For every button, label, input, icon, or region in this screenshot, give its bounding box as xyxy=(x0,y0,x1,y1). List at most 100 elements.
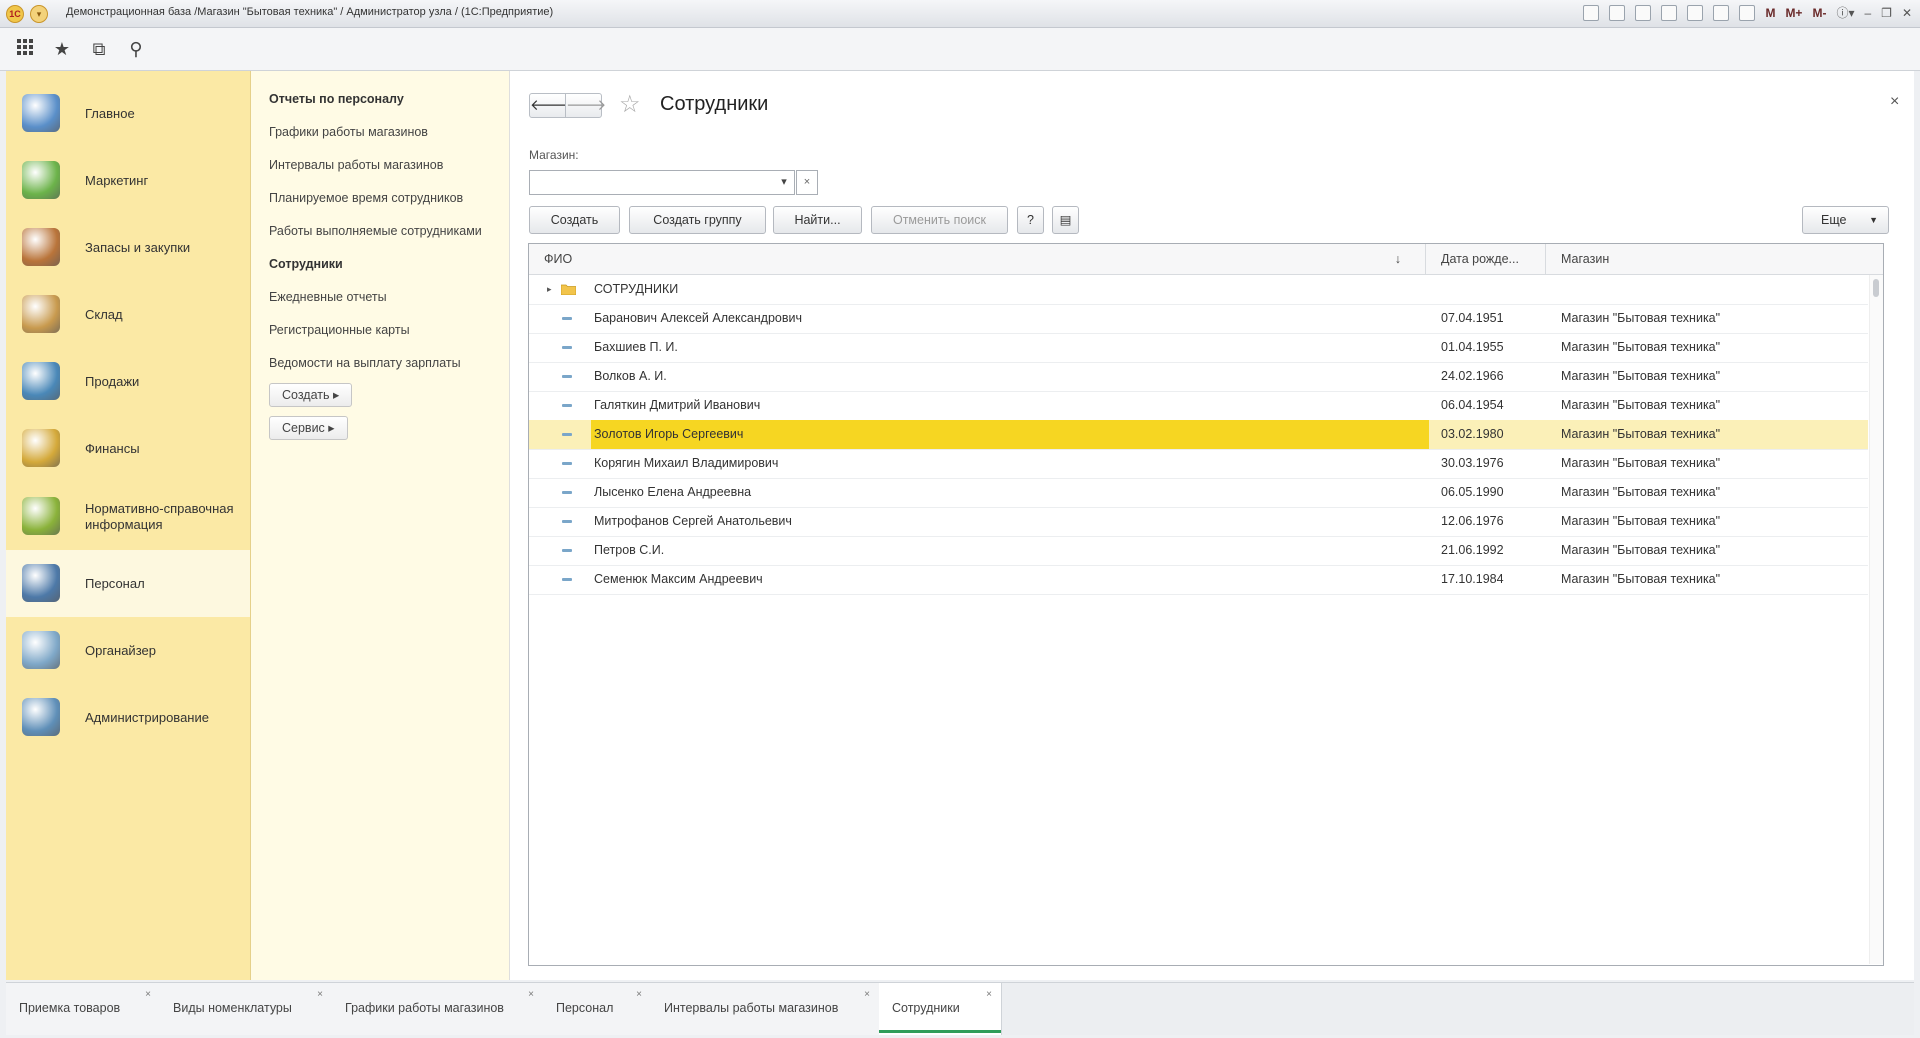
cell-birthdate[interactable]: 21.06.1992 xyxy=(1441,536,1504,565)
link-employee-works[interactable]: Работы выполняемые сотрудниками xyxy=(269,224,482,238)
info-icon[interactable]: ⓘ▾ xyxy=(1836,4,1854,21)
table-row[interactable]: Корягин Михаил Владимирович 30.03.1976 Маг… xyxy=(529,449,1868,479)
memory-m-button[interactable]: M xyxy=(1765,6,1775,20)
sidebar-item-3[interactable]: Склад xyxy=(6,281,250,348)
help-button[interactable]: ? xyxy=(1017,206,1044,234)
cell-birthdate[interactable]: 06.05.1990 xyxy=(1441,478,1504,507)
cell-fio[interactable]: Галяткин Дмитрий Иванович xyxy=(591,391,1429,420)
cell-birthdate[interactable]: 07.04.1951 xyxy=(1441,304,1504,333)
link-store-schedules[interactable]: Графики работы магазинов xyxy=(269,125,428,139)
column-header-birthdate[interactable]: Дата рожде... xyxy=(1426,244,1546,275)
preview-icon[interactable] xyxy=(1635,4,1652,21)
scrollbar-thumb[interactable] xyxy=(1873,279,1879,297)
cancel-search-button[interactable]: Отменить поиск xyxy=(871,206,1008,234)
calculator-icon[interactable] xyxy=(1713,4,1730,21)
window-tab-2[interactable]: Графики работы магазинов × xyxy=(332,983,544,1035)
link-store-intervals[interactable]: Интервалы работы магазинов xyxy=(269,158,443,172)
close-tab-icon[interactable]: × xyxy=(317,989,323,1000)
cell-fio[interactable]: Корягин Михаил Владимирович xyxy=(591,449,1429,478)
cell-store[interactable]: Магазин "Бытовая техника" xyxy=(1561,333,1720,362)
expand-arrow-icon[interactable]: ▸ xyxy=(547,275,552,304)
star-icon[interactable]: ★ xyxy=(51,38,73,60)
calendar-icon[interactable] xyxy=(1739,4,1756,21)
table-row[interactable]: Баранович Алексей Александрович 07.04.195… xyxy=(529,304,1868,334)
sidebar-item-0[interactable]: Главное xyxy=(6,80,250,147)
cell-store[interactable]: Магазин "Бытовая техника" xyxy=(1561,420,1720,449)
list-settings-icon[interactable]: ▤ xyxy=(1052,206,1079,234)
back-button[interactable]: 🡐 xyxy=(529,93,570,118)
apps-grid-icon[interactable] xyxy=(14,38,36,60)
cell-fio[interactable]: Волков А. И. xyxy=(591,362,1429,391)
window-tab-4[interactable]: Интервалы работы магазинов × xyxy=(651,983,880,1035)
table-row[interactable]: Бахшиев П. И. 01.04.1955 Магазин "Бытовая … xyxy=(529,333,1868,363)
cell-birthdate[interactable]: 24.02.1966 xyxy=(1441,362,1504,391)
link-planned-time[interactable]: Планируемое время сотрудников xyxy=(269,191,463,205)
cell-fio[interactable]: Лысенко Елена Андреевна xyxy=(591,478,1429,507)
cell-birthdate[interactable]: 12.06.1976 xyxy=(1441,507,1504,536)
main-menu-dropdown-icon[interactable]: ▾ xyxy=(30,5,48,23)
favorite-star-icon[interactable]: ☆ xyxy=(619,90,641,119)
cell-birthdate[interactable]: 03.02.1980 xyxy=(1441,420,1504,449)
create-group-button[interactable]: Создать группу xyxy=(629,206,766,234)
cell-store[interactable]: Магазин "Бытовая техника" xyxy=(1561,565,1720,594)
cell-fio[interactable]: Бахшиев П. И. xyxy=(591,333,1429,362)
sidebar-item-8[interactable]: Органайзер xyxy=(6,617,250,684)
window-tab-0[interactable]: Приемка товаров × xyxy=(6,983,161,1035)
cell-fio[interactable]: Митрофанов Сергей Анатольевич xyxy=(591,507,1429,536)
window-tab-3[interactable]: Персонал × xyxy=(543,983,652,1035)
sidebar-item-6[interactable]: Нормативно-справочная информация xyxy=(6,483,250,550)
store-filter-input[interactable] xyxy=(529,170,775,195)
sidebar-item-7[interactable]: Персонал xyxy=(6,550,250,617)
history-icon[interactable] xyxy=(1687,4,1704,21)
cell-store[interactable]: Магазин "Бытовая техника" xyxy=(1561,362,1720,391)
cell-birthdate[interactable]: 17.10.1984 xyxy=(1441,565,1504,594)
close-tab-icon[interactable]: × xyxy=(528,989,534,1000)
minimize-icon[interactable]: – xyxy=(1864,6,1871,20)
table-row[interactable]: Семенюк Максим Андреевич 17.10.1984 Магази… xyxy=(529,565,1868,595)
find-button[interactable]: Найти... xyxy=(773,206,862,234)
cell-store[interactable]: Магазин "Бытовая техника" xyxy=(1561,449,1720,478)
table-row[interactable]: Золотов Игорь Сергеевич 03.02.1980 Магазин… xyxy=(529,420,1868,450)
store-filter-clear-icon[interactable]: × xyxy=(796,170,818,195)
cell-store[interactable]: Магазин "Бытовая техника" xyxy=(1561,304,1720,333)
restore-icon[interactable]: ❐ xyxy=(1881,6,1892,20)
store-filter-dropdown-icon[interactable]: ▾ xyxy=(774,170,795,195)
cell-birthdate[interactable]: 30.03.1976 xyxy=(1441,449,1504,478)
table-row[interactable]: Петров С.И. 21.06.1992 Магазин "Бытовая те… xyxy=(529,536,1868,566)
table-row[interactable]: Галяткин Дмитрий Иванович 06.04.1954 Магаз… xyxy=(529,391,1868,421)
column-header-store[interactable]: Магазин xyxy=(1546,244,1883,275)
window-tab-1[interactable]: Виды номенклатуры × xyxy=(160,983,333,1035)
table-row[interactable]: Лысенко Елена Андреевна 06.05.1990 Магазин… xyxy=(529,478,1868,508)
cell-birthdate[interactable]: 06.04.1954 xyxy=(1441,391,1504,420)
column-header-fio[interactable]: ФИО ↓ xyxy=(529,244,1426,275)
close-window-icon[interactable]: ✕ xyxy=(1902,6,1912,20)
table-row[interactable]: Митрофанов Сергей Анатольевич 12.06.1976 М… xyxy=(529,507,1868,537)
sidebar-item-4[interactable]: Продажи xyxy=(6,348,250,415)
link-employees[interactable]: Сотрудники xyxy=(269,257,343,271)
cell-store[interactable]: Магазин "Бытовая техника" xyxy=(1561,478,1720,507)
cell-fio[interactable]: Петров С.И. xyxy=(591,536,1429,565)
create-menu-button[interactable]: Создать ▸ xyxy=(269,383,353,407)
cell-fio[interactable]: Золотов Игорь Сергеевич xyxy=(591,420,1429,449)
history-icon[interactable]: ⧉ xyxy=(88,38,110,60)
group-row[interactable]: ▸ СОТРУДНИКИ xyxy=(529,275,1868,305)
save-icon[interactable] xyxy=(1583,4,1600,21)
create-button[interactable]: Создать xyxy=(529,206,620,234)
cell-store[interactable]: Магазин "Бытовая техника" xyxy=(1561,391,1720,420)
window-tab-5[interactable]: Сотрудники × xyxy=(879,983,1002,1035)
sidebar-item-9[interactable]: Администрирование xyxy=(6,684,250,751)
sidebar-item-1[interactable]: Маркетинг xyxy=(6,147,250,214)
cell-fio[interactable]: Баранович Алексей Александрович xyxy=(591,304,1429,333)
close-tab-icon[interactable]: × xyxy=(864,989,870,1000)
link-payroll-statements[interactable]: Ведомости на выплату зарплаты xyxy=(269,356,461,370)
cell-store[interactable]: Магазин "Бытовая техника" xyxy=(1561,536,1720,565)
close-tab-icon[interactable]: × xyxy=(145,989,151,1000)
close-form-button[interactable]: × xyxy=(1890,93,1899,111)
close-tab-icon[interactable]: × xyxy=(636,989,642,1000)
link-registration-cards[interactable]: Регистрационные карты xyxy=(269,323,410,337)
cell-store[interactable]: Магазин "Бытовая техника" xyxy=(1561,507,1720,536)
memory-m-plus-button[interactable]: M+ xyxy=(1785,6,1802,20)
memory-m-minus-button[interactable]: M- xyxy=(1812,6,1826,20)
print-icon[interactable] xyxy=(1609,4,1626,21)
app-logo-icon[interactable]: 1С xyxy=(6,5,24,23)
